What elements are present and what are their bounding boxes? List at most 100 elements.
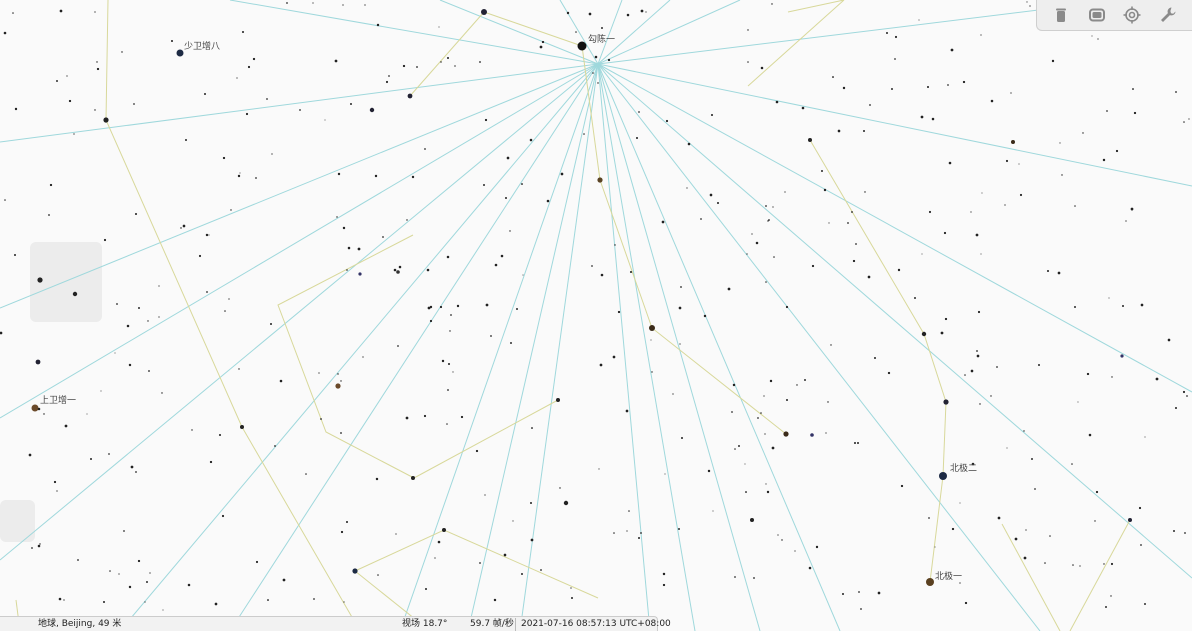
star[interactable] [747, 29, 749, 31]
star[interactable] [796, 384, 798, 386]
star[interactable] [94, 11, 96, 13]
star[interactable] [439, 305, 443, 309]
star[interactable] [442, 528, 446, 532]
star[interactable] [597, 177, 603, 183]
star[interactable] [1144, 603, 1146, 605]
star[interactable] [964, 601, 968, 605]
star[interactable] [187, 583, 191, 587]
star[interactable] [804, 379, 806, 381]
star[interactable] [640, 532, 642, 534]
star[interactable] [446, 255, 450, 259]
star[interactable] [146, 581, 148, 583]
star[interactable] [1140, 303, 1144, 307]
star[interactable] [209, 460, 213, 464]
star[interactable] [540, 569, 542, 571]
star[interactable] [738, 445, 740, 447]
star[interactable] [750, 518, 754, 522]
star[interactable] [612, 355, 616, 359]
star[interactable] [962, 80, 966, 84]
star[interactable] [529, 501, 533, 505]
star[interactable] [236, 77, 238, 79]
star[interactable] [601, 27, 603, 29]
star[interactable] [672, 393, 674, 395]
star[interactable] [144, 601, 146, 603]
star[interactable] [274, 445, 276, 447]
star[interactable] [123, 530, 125, 532]
star[interactable] [1095, 490, 1099, 494]
star[interactable] [709, 193, 713, 197]
star[interactable] [103, 238, 107, 242]
star[interactable] [1079, 565, 1081, 567]
star[interactable] [1155, 377, 1159, 381]
star[interactable] [521, 183, 523, 185]
star[interactable] [661, 220, 665, 224]
star[interactable] [426, 268, 430, 272]
star[interactable] [425, 588, 427, 590]
star[interactable] [56, 490, 58, 492]
star[interactable] [342, 4, 344, 6]
star[interactable] [182, 224, 186, 228]
star[interactable] [334, 59, 338, 63]
star[interactable] [1059, 142, 1061, 144]
star[interactable] [423, 414, 427, 418]
star[interactable] [928, 210, 932, 214]
star[interactable] [286, 2, 288, 4]
star[interactable] [490, 335, 492, 337]
star[interactable] [1138, 506, 1142, 510]
star[interactable] [764, 433, 766, 435]
star[interactable] [237, 174, 241, 178]
star[interactable] [450, 314, 452, 316]
star[interactable] [369, 107, 375, 113]
star[interactable] [546, 199, 550, 203]
star[interactable] [996, 366, 998, 368]
star[interactable] [393, 268, 397, 272]
star[interactable] [350, 103, 352, 105]
star[interactable] [1175, 91, 1177, 93]
star[interactable] [1183, 121, 1185, 123]
star[interactable] [214, 602, 218, 606]
star[interactable] [680, 286, 682, 288]
locate-button[interactable] [1120, 3, 1144, 27]
star[interactable] [441, 359, 445, 363]
star[interactable] [959, 502, 961, 504]
star[interactable] [678, 528, 680, 530]
star[interactable] [997, 516, 1001, 520]
star[interactable] [1071, 463, 1073, 465]
star[interactable] [645, 11, 647, 13]
star[interactable] [784, 191, 786, 193]
star[interactable] [570, 587, 572, 589]
star[interactable] [411, 175, 415, 179]
star[interactable] [785, 305, 789, 309]
star[interactable] [600, 273, 604, 277]
star[interactable] [931, 117, 935, 121]
star[interactable] [588, 12, 592, 16]
star[interactable] [765, 205, 767, 207]
star[interactable] [943, 231, 947, 235]
star[interactable] [948, 161, 952, 165]
star[interactable] [944, 317, 948, 321]
star[interactable] [39, 543, 41, 545]
star[interactable] [747, 61, 749, 63]
star[interactable] [1057, 271, 1061, 275]
star[interactable] [781, 539, 783, 541]
star[interactable] [628, 510, 630, 512]
star[interactable] [59, 9, 63, 13]
star[interactable] [1029, 5, 1031, 7]
star[interactable] [851, 211, 853, 213]
star[interactable] [665, 119, 669, 123]
star[interactable] [28, 453, 32, 457]
window-button[interactable] [1085, 3, 1109, 27]
star[interactable] [990, 99, 994, 103]
star[interactable] [947, 84, 949, 86]
star[interactable] [118, 573, 120, 575]
star[interactable] [1025, 529, 1027, 531]
star[interactable] [786, 399, 788, 401]
star[interactable] [768, 219, 770, 221]
star[interactable] [920, 115, 924, 119]
star[interactable] [613, 532, 615, 534]
star[interactable] [531, 427, 533, 429]
star[interactable] [662, 572, 666, 576]
star[interactable] [842, 86, 846, 90]
star[interactable] [346, 269, 348, 271]
star[interactable] [828, 222, 830, 224]
